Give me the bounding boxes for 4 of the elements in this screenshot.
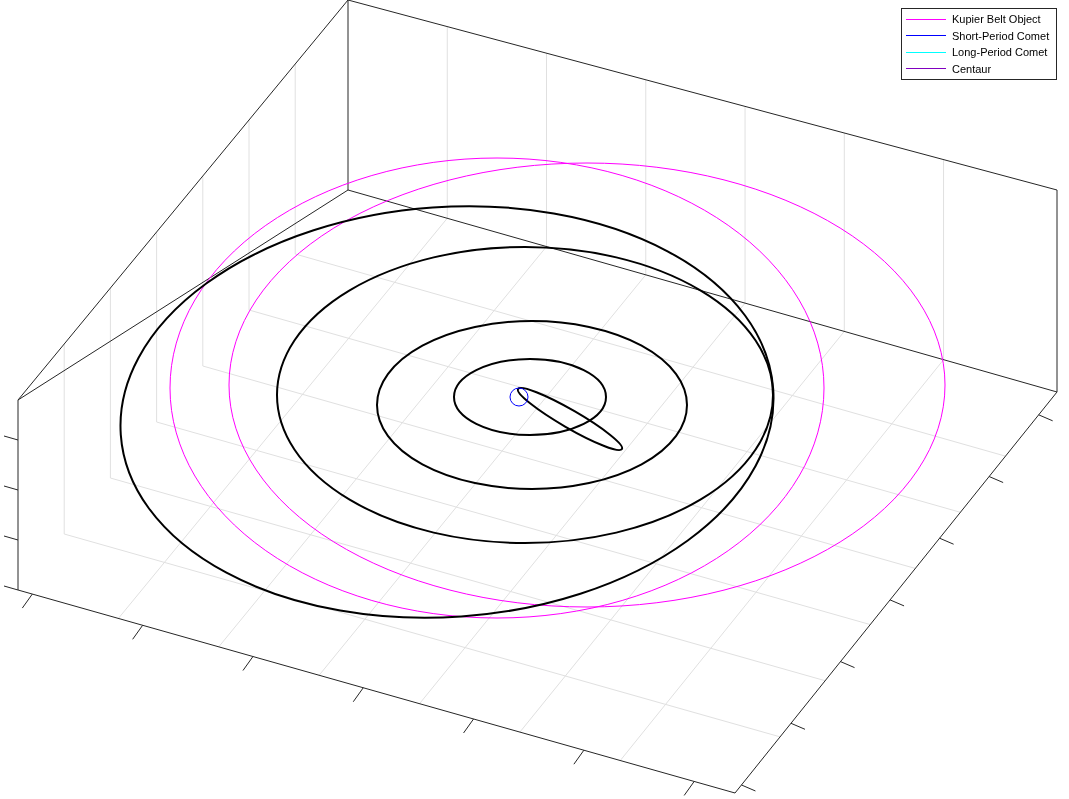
legend-label: Short-Period Comet xyxy=(952,29,1050,42)
legend-label: Long-Period Comet xyxy=(952,46,1048,59)
legend-label: Kupier Belt Object xyxy=(952,13,1041,26)
legend-label: Centaur xyxy=(952,62,992,75)
